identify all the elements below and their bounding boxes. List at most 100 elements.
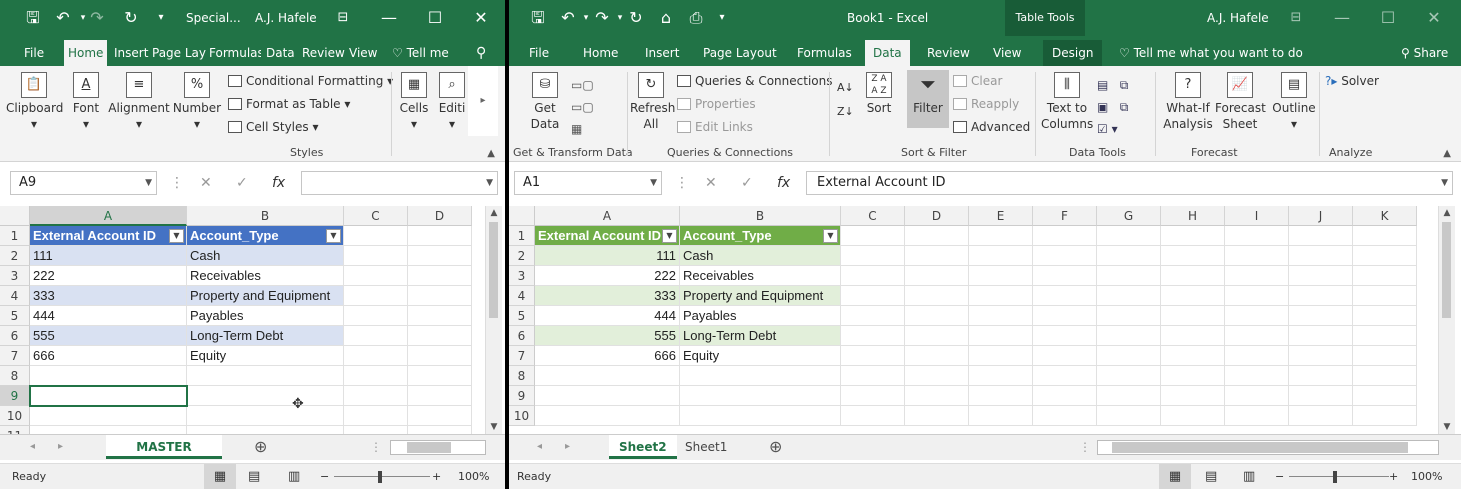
account-type-cell[interactable]: Payables — [680, 306, 841, 326]
queries-connections-button[interactable]: Queries & Connections — [677, 72, 832, 92]
row-header-6[interactable]: 6 — [509, 326, 535, 346]
account-id-cell[interactable]: 222 — [30, 266, 187, 286]
cell[interactable] — [1289, 346, 1353, 366]
camera-icon[interactable]: ⌂ — [655, 0, 677, 36]
cell[interactable] — [680, 366, 841, 386]
cell[interactable] — [841, 266, 905, 286]
left-worksheet-grid[interactable]: A B C D 1 External Account ID ▼ Account_Type ▼ 2 1… — [0, 206, 505, 446]
select-all-corner[interactable] — [0, 206, 30, 226]
cell[interactable] — [969, 406, 1033, 426]
scroll-up-icon[interactable]: ▲ — [1439, 206, 1455, 220]
tell-me-box[interactable]: ♡ Tell me what you want to do — [1115, 40, 1307, 66]
scroll-down-icon[interactable]: ▼ — [486, 420, 502, 434]
tab-file[interactable]: File — [525, 40, 553, 66]
from-text-icon[interactable]: ▭▢ — [571, 78, 594, 92]
tab-formulas[interactable]: Formulas — [205, 40, 261, 66]
tell-me-box[interactable]: ♡ Tell me — [388, 40, 453, 66]
cell[interactable] — [905, 406, 969, 426]
cell[interactable] — [905, 286, 969, 306]
refresh-icon[interactable]: ↻ — [120, 0, 142, 36]
cell[interactable] — [1289, 306, 1353, 326]
cell[interactable] — [1353, 366, 1417, 386]
tab-view[interactable]: View — [989, 40, 1025, 66]
text-to-columns-button[interactable]: ⫼ Text to Columns — [1041, 72, 1093, 132]
cell[interactable] — [969, 226, 1033, 246]
scrollbar-thumb[interactable] — [489, 222, 498, 318]
account-id-cell[interactable]: 555 — [30, 326, 187, 346]
cell[interactable] — [1225, 326, 1289, 346]
cancel-entry-icon[interactable]: ✕ — [200, 171, 212, 195]
cell[interactable] — [841, 406, 905, 426]
account-id-cell[interactable]: 333 — [535, 286, 680, 306]
advanced-filter-button[interactable]: Advanced — [953, 118, 1030, 138]
cell[interactable] — [1161, 226, 1225, 246]
insert-function-icon[interactable]: fx — [272, 171, 285, 195]
cell[interactable] — [969, 346, 1033, 366]
account-type-cell[interactable]: Cash — [680, 246, 841, 266]
cell[interactable] — [1225, 366, 1289, 386]
account-type-cell[interactable]: Equity — [680, 346, 841, 366]
cell[interactable] — [1353, 286, 1417, 306]
get-data-button[interactable]: ⛁ Get Data — [525, 72, 565, 132]
cell[interactable] — [1097, 326, 1161, 346]
cell[interactable] — [1033, 286, 1097, 306]
user-icon[interactable]: ⚲ — [472, 40, 490, 66]
cell[interactable] — [1033, 346, 1097, 366]
cell[interactable] — [905, 326, 969, 346]
cell[interactable] — [1289, 286, 1353, 306]
cell[interactable] — [905, 246, 969, 266]
close-icon[interactable]: ✕ — [470, 0, 492, 36]
column-header-f[interactable]: F — [1033, 206, 1097, 226]
row-header-4[interactable]: 4 — [509, 286, 535, 306]
cell[interactable] — [1225, 226, 1289, 246]
account-id-cell[interactable]: 666 — [30, 346, 187, 366]
cell[interactable] — [187, 406, 344, 426]
row-header-8[interactable]: 8 — [509, 366, 535, 386]
solver-button[interactable]: ?▸ Solver — [1325, 72, 1379, 92]
row-header-7[interactable]: 7 — [509, 346, 535, 366]
filter-dropdown-button[interactable]: ▼ — [326, 229, 341, 243]
cell[interactable] — [841, 326, 905, 346]
cell[interactable] — [1161, 306, 1225, 326]
account-type-cell[interactable]: Equity — [187, 346, 344, 366]
cell[interactable] — [344, 326, 408, 346]
normal-view-icon[interactable]: ▦ — [204, 464, 236, 489]
account-id-cell[interactable]: 666 — [535, 346, 680, 366]
cell[interactable] — [1289, 326, 1353, 346]
cell[interactable] — [905, 226, 969, 246]
cell[interactable] — [1097, 246, 1161, 266]
cell[interactable] — [969, 386, 1033, 406]
cell[interactable] — [1033, 366, 1097, 386]
cell[interactable] — [841, 286, 905, 306]
share-button[interactable]: ⚲ Share — [1397, 40, 1452, 66]
account-id-cell[interactable]: 444 — [30, 306, 187, 326]
cell[interactable] — [1353, 406, 1417, 426]
cell[interactable] — [344, 306, 408, 326]
horizontal-scrollbar[interactable] — [1097, 440, 1439, 455]
cell[interactable] — [1161, 346, 1225, 366]
row-header-8[interactable]: 8 — [0, 366, 30, 386]
cell[interactable] — [1097, 266, 1161, 286]
cell[interactable] — [1161, 246, 1225, 266]
name-box[interactable]: A9 ▼ — [10, 171, 157, 195]
conditional-formatting-button[interactable]: Conditional Formatting ▾ — [228, 72, 393, 92]
cell[interactable] — [1225, 346, 1289, 366]
select-all-corner[interactable] — [509, 206, 535, 226]
cell[interactable] — [905, 266, 969, 286]
cell[interactable] — [905, 386, 969, 406]
minimize-icon[interactable]: — — [378, 0, 400, 36]
flash-fill-icon[interactable]: ▤ — [1097, 78, 1108, 92]
filter-dropdown-button[interactable]: ▼ — [169, 229, 184, 243]
cell[interactable] — [1161, 326, 1225, 346]
cell[interactable] — [1097, 226, 1161, 246]
tab-insert[interactable]: Insert — [110, 40, 152, 66]
prev-sheet-icon[interactable]: ◂ — [537, 435, 542, 459]
cell[interactable] — [1033, 306, 1097, 326]
font-button[interactable]: A Font ▾ — [66, 72, 106, 132]
cell[interactable] — [969, 306, 1033, 326]
cell[interactable] — [1225, 406, 1289, 426]
cell[interactable] — [1353, 326, 1417, 346]
next-sheet-icon[interactable]: ▸ — [565, 435, 570, 459]
cell[interactable] — [1353, 246, 1417, 266]
row-header-7[interactable]: 7 — [0, 346, 30, 366]
